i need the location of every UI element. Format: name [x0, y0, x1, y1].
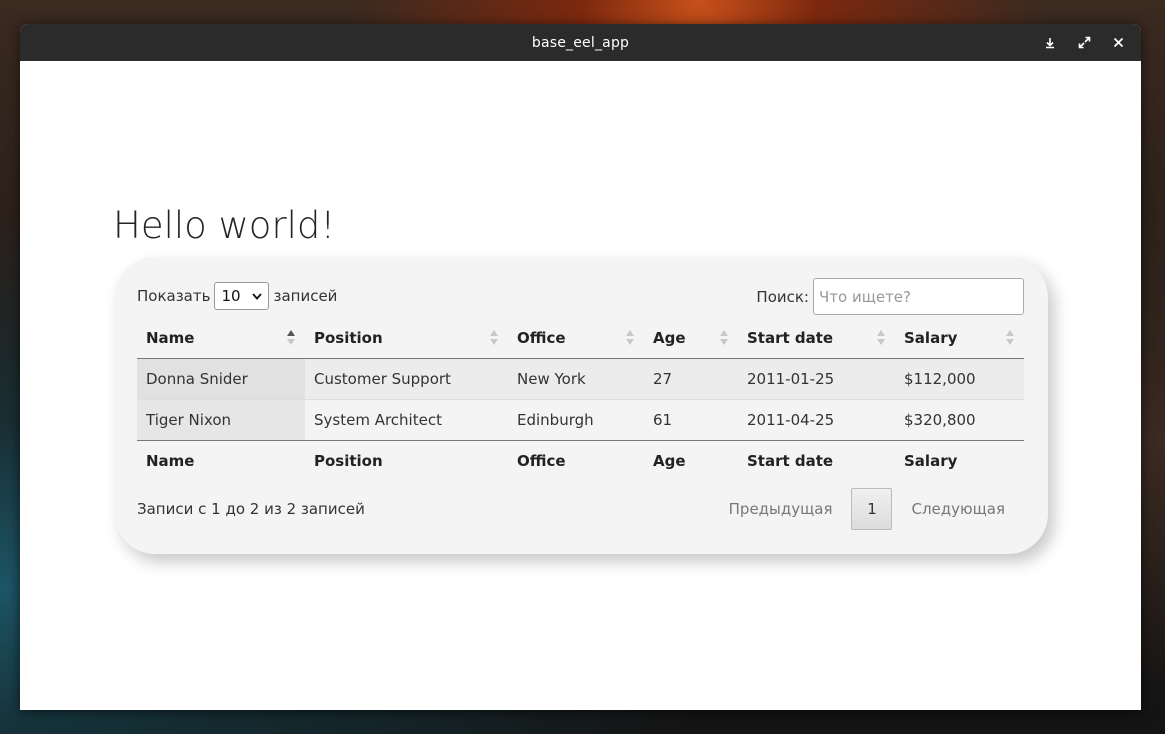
next-page-button[interactable]: Следующая — [901, 500, 1015, 518]
table-header-row: Name Position Office Age Start date Sala… — [137, 318, 1024, 359]
length-prefix-label: Показать — [137, 287, 211, 305]
footer-label-office: Office — [508, 440, 644, 481]
column-header-name[interactable]: Name — [137, 318, 305, 359]
table-row: Tiger Nixon System Architect Edinburgh 6… — [137, 399, 1024, 441]
window-title: base_eel_app — [531, 34, 630, 51]
datatable-card: Показать 10 записей Поиск: Name Positi — [115, 257, 1048, 554]
sort-icon — [877, 330, 885, 346]
page-1-button[interactable]: 1 — [851, 488, 893, 530]
column-header-age[interactable]: Age — [644, 318, 738, 359]
table-info: Записи с 1 до 2 из 2 записей — [137, 500, 365, 518]
cell-salary: $112,000 — [895, 358, 1024, 400]
minimize-button[interactable] — [1033, 28, 1067, 58]
sort-icon — [626, 330, 634, 346]
sort-icon — [490, 330, 498, 346]
maximize-button[interactable] — [1067, 28, 1101, 58]
sort-icon — [720, 330, 728, 346]
close-icon — [1113, 37, 1123, 48]
cell-age: 61 — [644, 399, 738, 441]
close-button[interactable] — [1101, 28, 1135, 58]
data-table: Name Position Office Age Start date Sala… — [137, 318, 1024, 481]
entries-per-page-value: 10 — [221, 287, 241, 305]
entries-per-page-select[interactable]: 10 — [214, 282, 270, 310]
cell-name: Tiger Nixon — [137, 399, 305, 441]
footer-label-salary: Salary — [895, 440, 1024, 481]
maximize-icon — [1078, 36, 1090, 49]
sort-ascending-icon — [287, 330, 295, 346]
cell-start-date: 2011-01-25 — [738, 358, 895, 400]
footer-label-age: Age — [644, 440, 738, 481]
footer-label-start-date: Start date — [738, 440, 895, 481]
column-header-salary[interactable]: Salary — [895, 318, 1024, 359]
column-header-start-date[interactable]: Start date — [738, 318, 895, 359]
cell-office: Edinburgh — [508, 399, 644, 441]
chevron-down-icon — [252, 292, 263, 300]
title-bar[interactable]: base_eel_app — [20, 24, 1141, 62]
search-control: Поиск: — [756, 278, 1024, 315]
cell-position: Customer Support — [305, 358, 508, 400]
window-controls — [1033, 24, 1135, 61]
cell-office: New York — [508, 358, 644, 400]
table-footer-row: Name Position Office Age Start date Sala… — [137, 440, 1024, 481]
pagination: Предыдущая 1 Следующая — [719, 488, 1015, 530]
column-header-position[interactable]: Position — [305, 318, 508, 359]
column-header-office[interactable]: Office — [508, 318, 644, 359]
app-window: base_eel_app Hello world! Показать 10 за… — [20, 24, 1141, 710]
footer-label-name: Name — [137, 440, 305, 481]
cell-age: 27 — [644, 358, 738, 400]
cell-name: Donna Snider — [137, 358, 305, 400]
cell-salary: $320,800 — [895, 399, 1024, 441]
length-suffix-label: записей — [273, 287, 338, 305]
page-heading: Hello world! — [113, 204, 336, 247]
table-row: Donna Snider Customer Support New York 2… — [137, 358, 1024, 400]
page-content: Hello world! Показать 10 записей Поиск: — [20, 61, 1141, 710]
cell-start-date: 2011-04-25 — [738, 399, 895, 441]
search-input[interactable] — [813, 278, 1024, 315]
cell-position: System Architect — [305, 399, 508, 441]
sort-icon — [1006, 330, 1014, 346]
footer-label-position: Position — [305, 440, 508, 481]
previous-page-button[interactable]: Предыдущая — [719, 500, 843, 518]
minimize-icon — [1046, 37, 1054, 48]
entries-length-control: Показать 10 записей — [137, 282, 337, 310]
search-label: Поиск: — [756, 287, 809, 306]
